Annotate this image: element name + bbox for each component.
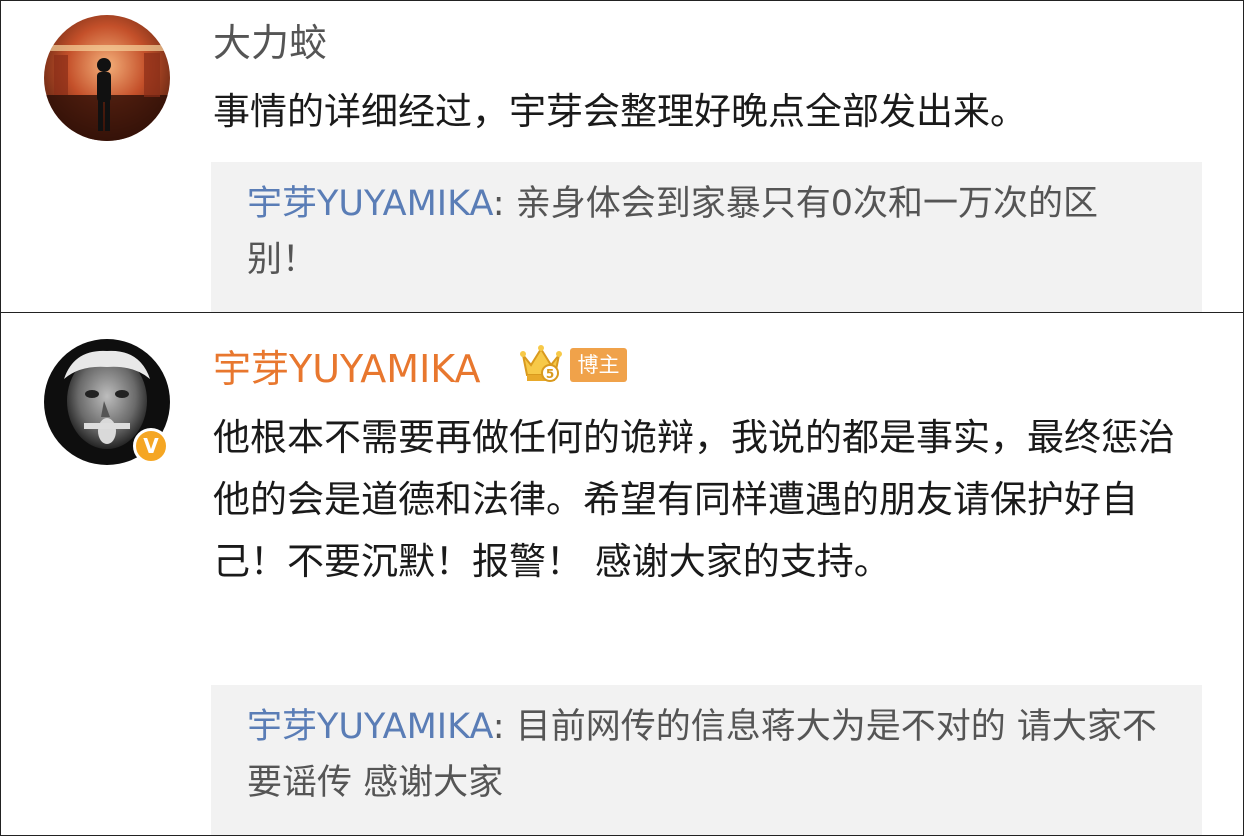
avatar-photo-icon [44,15,170,141]
comment-item: 大力蛟 事情的详细经过，宇芽会整理好晚点全部发出来。 宇芽YUYAMIKA: 亲… [0,0,1244,313]
quoted-reply[interactable]: 宇芽YUYAMIKA: 亲身体会到家暴只有0次和一万次的区别！ [211,162,1202,312]
quote-author[interactable]: 宇芽YUYAMIKA [247,707,493,747]
username[interactable]: 宇芽YUYAMIKA [213,347,481,391]
username[interactable]: 大力蛟 [213,21,327,65]
crown-level-number: 5 [546,367,554,381]
crown-level-icon: 5 [520,345,562,382]
quote-author[interactable]: 宇芽YUYAMIKA [247,184,493,224]
comment-text: 他根本不需要再做任何的诡辩，我说的都是事实，最终惩治他的会是道德和法律。希望有同… [213,416,1175,583]
quoted-reply[interactable]: 宇芽YUYAMIKA: 目前网传的信息蒋大为是不对的 请大家不要谣传 感谢大家 [211,685,1202,835]
user-avatar[interactable] [44,15,170,141]
comment-text: 事情的详细经过，宇芽会整理好晚点全部发出来。 [213,90,1027,133]
verified-badge-icon: V [133,428,169,464]
author-tag: 博主 [570,348,627,382]
comment-item: 宇芽YUYAMIKA 他根本不需要再做任何的诡辩，我说的都是事实，最终惩治他的会… [0,312,1244,836]
